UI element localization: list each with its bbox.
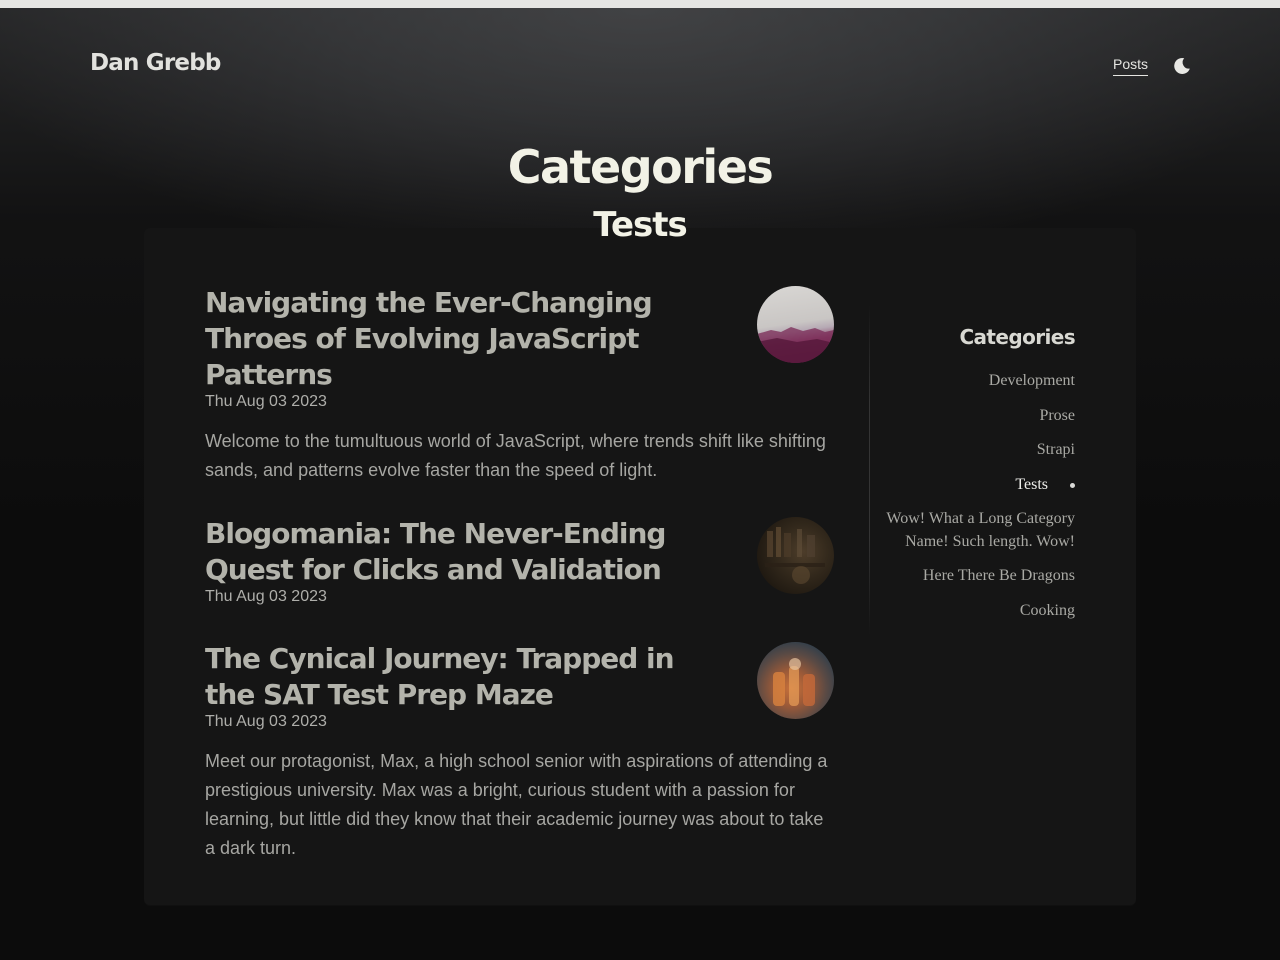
post-item: Navigating the Ever-Changing Throes of E…	[205, 285, 835, 485]
sidebar-divider	[869, 305, 870, 635]
active-indicator-dot	[1070, 482, 1075, 488]
nav-link-posts[interactable]: Posts	[1113, 56, 1149, 76]
post-thumbnail-image[interactable]	[757, 642, 834, 719]
post-thumbnail-image[interactable]	[757, 286, 834, 363]
post-title-link[interactable]: Blogomania: The Never-Ending Quest for C…	[205, 516, 725, 588]
post-title-link[interactable]: Navigating the Ever-Changing Throes of E…	[205, 285, 725, 393]
post-date: Thu Aug 03 2023	[205, 713, 327, 730]
post-date: Thu Aug 03 2023	[205, 393, 327, 410]
moon-icon	[1174, 57, 1190, 74]
post-item: Blogomania: The Never-Ending Quest for C…	[205, 516, 835, 606]
bookshelf-image	[765, 527, 825, 584]
category-link-strapi[interactable]: Strapi	[880, 439, 1075, 462]
post-date: Thu Aug 03 2023	[205, 588, 327, 605]
theme-toggle-button[interactable]	[1172, 56, 1192, 76]
category-subtitle: Tests	[593, 205, 687, 245]
mountain-image	[757, 327, 834, 363]
machinery-image	[773, 658, 815, 706]
category-link-long-name[interactable]: Wow! What a Long Category Name! Such len…	[880, 508, 1075, 553]
post-excerpt: Meet our protagonist, Max, a high school…	[205, 751, 828, 858]
top-bar	[0, 0, 1280, 8]
category-link-dragons[interactable]: Here There Be Dragons	[880, 565, 1075, 588]
category-link-development[interactable]: Development	[880, 370, 1075, 393]
categories-sidebar: Categories Development Prose Strapi Test…	[880, 325, 1075, 634]
category-link-cooking[interactable]: Cooking	[880, 600, 1075, 623]
post-title-link[interactable]: The Cynical Journey: Trapped in the SAT …	[205, 641, 725, 713]
post-item: The Cynical Journey: Trapped in the SAT …	[205, 641, 835, 863]
site-title-link[interactable]: Dan Grebb	[90, 50, 221, 76]
category-link-prose[interactable]: Prose	[880, 405, 1075, 428]
category-link-tests[interactable]: Tests	[880, 474, 1075, 497]
post-excerpt: Welcome to the tumultuous world of JavaS…	[205, 431, 826, 480]
sidebar-heading: Categories	[959, 325, 1075, 349]
category-label: Tests	[1015, 475, 1048, 493]
page-title: Categories	[507, 140, 774, 194]
post-thumbnail-image[interactable]	[757, 517, 834, 594]
